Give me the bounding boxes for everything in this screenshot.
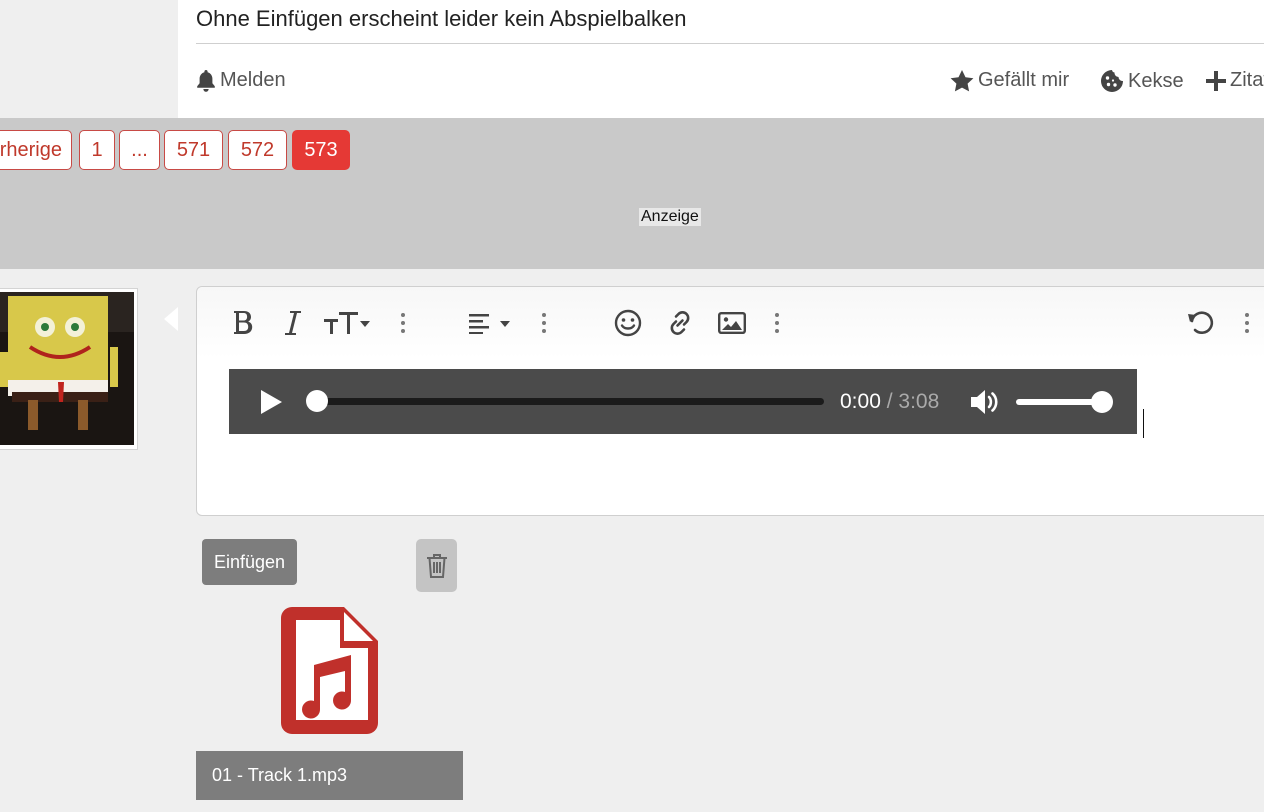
post-divider [196,43,1264,44]
ad-label: Anzeige [639,208,701,226]
attachment-file-name: 01 - Track 1.mp3 [196,751,463,800]
page-ellipsis[interactable]: ... [119,130,160,170]
play-icon[interactable] [256,388,284,416]
avatar-pointer [164,307,178,331]
cookies-button[interactable]: Kekse [1100,69,1184,93]
text-size-icon [324,312,370,334]
italic-button[interactable] [282,305,304,341]
image-button[interactable] [717,305,747,341]
report-label: Melden [220,69,286,91]
volume-icon[interactable] [968,386,1002,418]
current-time: 0:00 [840,390,881,413]
volume-thumb[interactable] [1091,391,1113,413]
link-icon [670,311,690,335]
italic-icon [285,311,301,335]
delete-attachment-button[interactable] [416,539,457,592]
bold-icon [234,311,253,334]
seek-bar[interactable] [317,398,824,405]
bell-icon [197,69,215,92]
file-audio-icon [281,607,378,734]
like-button[interactable]: Gefällt mir [950,69,1069,92]
time-separator: / [886,390,893,413]
text-size-button[interactable] [322,305,372,341]
quote-button[interactable]: Zitat [1206,69,1264,92]
star-icon [950,69,974,91]
cookie-icon [1101,70,1123,92]
previous-page-button[interactable]: Vorherige [0,130,72,170]
text-caret [1143,409,1144,438]
post-text: Ohne Einfügen erscheint leider kein Absp… [196,6,687,31]
report-button[interactable]: Melden [196,69,286,92]
more-button[interactable] [774,311,780,335]
cookies-label: Kekse [1128,69,1184,92]
more-button[interactable] [400,311,406,335]
duration: 3:08 [898,390,940,413]
link-button[interactable] [665,305,695,341]
emoji-button[interactable] [614,305,642,341]
page-button-571[interactable]: 571 [164,130,223,170]
avatar[interactable] [0,292,134,445]
smiley-icon [614,309,642,337]
image-icon [718,312,746,334]
quote-label: Zitat [1230,69,1264,91]
more-button[interactable] [541,311,547,335]
page-button-573-current[interactable]: 573 [292,130,350,170]
seek-thumb[interactable] [306,390,328,412]
align-icon [469,314,510,334]
volume-slider[interactable] [1016,399,1102,405]
trash-icon [426,553,447,578]
align-button[interactable] [468,305,512,341]
undo-icon [1188,311,1214,335]
time-display: 0:00 / 3:08 [840,390,939,414]
plus-icon [1206,70,1226,91]
bold-button[interactable] [230,305,256,341]
more-button[interactable] [1244,311,1250,335]
like-label: Gefällt mir [978,69,1070,91]
undo-button[interactable] [1186,305,1216,341]
page-button-1[interactable]: 1 [79,130,115,170]
insert-button[interactable]: Einfügen [202,539,297,585]
page-button-572[interactable]: 572 [228,130,287,170]
